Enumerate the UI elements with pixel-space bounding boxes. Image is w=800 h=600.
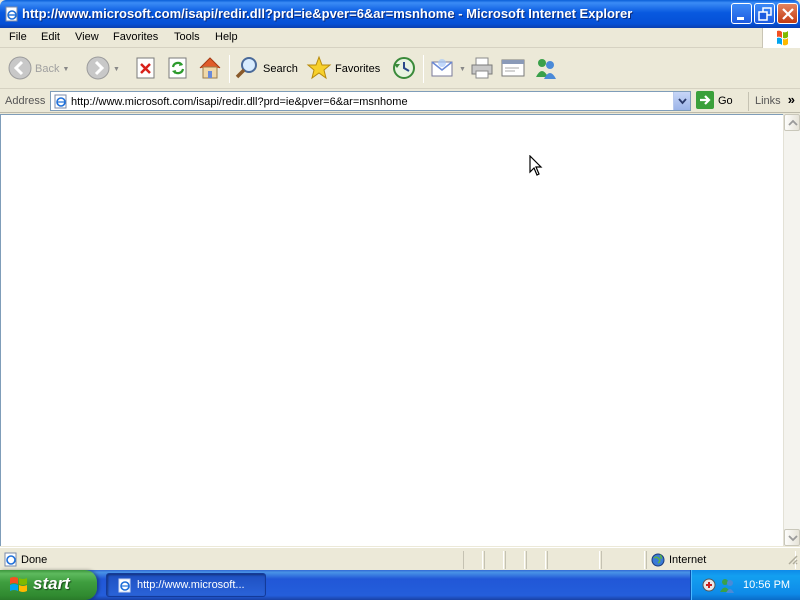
- favorites-star-icon: [306, 55, 332, 84]
- refresh-icon: [167, 56, 189, 83]
- status-pane: [547, 551, 600, 569]
- forward-arrow-icon: [86, 56, 110, 83]
- taskbar: start http://www.microsoft... 10:56 PM: [0, 570, 800, 600]
- chevron-down-icon: [678, 98, 687, 105]
- back-button[interactable]: Back ▼: [8, 53, 69, 85]
- taskbar-clock[interactable]: 10:56 PM: [743, 579, 790, 591]
- search-label: Search: [263, 63, 298, 75]
- edit-page-icon: [500, 55, 526, 84]
- printer-icon: [469, 55, 495, 84]
- status-pane: [601, 551, 645, 569]
- mouse-pointer-icon: [529, 154, 543, 180]
- ie-page-icon: [53, 94, 69, 113]
- mail-icon: [430, 55, 456, 84]
- resize-grip-icon[interactable]: [786, 553, 798, 568]
- ie-page-icon: [3, 552, 19, 571]
- title-bar[interactable]: http://www.microsoft.com/isapi/redir.dll…: [0, 0, 800, 28]
- restore-button[interactable]: [754, 3, 775, 24]
- network-tray-icon[interactable]: [701, 577, 717, 596]
- forward-button[interactable]: ▼: [86, 53, 120, 85]
- menu-help[interactable]: Help: [215, 31, 238, 43]
- menu-view[interactable]: View: [75, 31, 99, 43]
- messenger-button[interactable]: [533, 53, 559, 85]
- links-toolbar[interactable]: Links »: [748, 92, 800, 111]
- start-button[interactable]: start: [0, 570, 97, 600]
- status-pane: [505, 551, 525, 569]
- start-label: start: [33, 574, 70, 593]
- forward-dropdown-icon[interactable]: ▼: [113, 66, 120, 73]
- home-button[interactable]: [197, 53, 223, 85]
- close-button[interactable]: [777, 3, 798, 24]
- history-button[interactable]: [391, 53, 417, 85]
- search-button[interactable]: Search: [234, 53, 298, 85]
- home-icon: [197, 55, 223, 84]
- edit-button[interactable]: [500, 53, 526, 85]
- taskbar-ie-label: http://www.microsoft...: [137, 579, 245, 591]
- mail-button[interactable]: ▼: [430, 53, 466, 85]
- go-arrow-icon: [696, 90, 714, 112]
- go-button[interactable]: Go: [696, 90, 733, 112]
- ie-page-icon: [117, 578, 133, 597]
- go-label: Go: [718, 95, 733, 107]
- toolbar-separator: [229, 55, 230, 83]
- menu-bar: File Edit View Favorites Tools Help: [0, 28, 800, 48]
- address-bar: Address Go Links »: [0, 90, 800, 113]
- chevron-up-icon: [788, 119, 798, 126]
- window-title: http://www.microsoft.com/isapi/redir.dll…: [22, 6, 633, 21]
- address-input[interactable]: [71, 92, 671, 110]
- stop-button[interactable]: [135, 53, 157, 85]
- taskbar-ie-window-button[interactable]: http://www.microsoft...: [106, 573, 266, 597]
- chevron-right-icon[interactable]: »: [788, 92, 795, 107]
- favorites-label: Favorites: [335, 63, 381, 75]
- scroll-down-button[interactable]: [784, 529, 800, 546]
- windows-flag-icon: [9, 576, 29, 597]
- address-field[interactable]: [50, 91, 691, 111]
- links-label: Links: [755, 95, 781, 107]
- system-tray: 10:56 PM: [690, 570, 800, 600]
- messenger-tray-icon[interactable]: [719, 577, 735, 596]
- favorites-button[interactable]: Favorites: [306, 53, 380, 85]
- page-content-area[interactable]: [0, 114, 783, 546]
- status-pane: [484, 551, 504, 569]
- refresh-button[interactable]: [167, 53, 189, 85]
- toolbar-separator: [423, 55, 424, 83]
- menu-favorites[interactable]: Favorites: [113, 31, 158, 43]
- status-bar: Done Internet: [0, 547, 800, 570]
- minimize-button[interactable]: [731, 3, 752, 24]
- security-zone-label: Internet: [669, 554, 707, 566]
- address-dropdown-button[interactable]: [673, 92, 690, 110]
- address-label: Address: [5, 95, 46, 107]
- back-dropdown-icon[interactable]: ▼: [62, 66, 69, 73]
- scroll-up-button[interactable]: [784, 114, 800, 131]
- ie-page-icon[interactable]: [4, 6, 20, 22]
- mail-dropdown-icon[interactable]: ▼: [459, 66, 466, 73]
- status-pane: [463, 551, 483, 569]
- vertical-scrollbar[interactable]: [783, 114, 800, 546]
- print-button[interactable]: [469, 53, 495, 85]
- history-icon: [391, 55, 417, 84]
- search-icon: [234, 55, 260, 84]
- menu-tools[interactable]: Tools: [174, 31, 200, 43]
- standard-toolbar: Back ▼ ▼ Search Favorites ▼: [0, 49, 800, 89]
- menu-file[interactable]: File: [9, 31, 27, 43]
- stop-icon: [135, 56, 157, 83]
- back-arrow-icon: [8, 56, 32, 83]
- chevron-down-icon: [788, 535, 798, 542]
- status-text: Done: [21, 554, 48, 566]
- status-pane: [526, 551, 546, 569]
- messenger-icon: [533, 55, 559, 84]
- internet-globe-icon: [651, 553, 665, 570]
- menu-edit[interactable]: Edit: [41, 31, 60, 43]
- back-label: Back: [35, 63, 60, 75]
- windows-logo-icon: [762, 28, 800, 48]
